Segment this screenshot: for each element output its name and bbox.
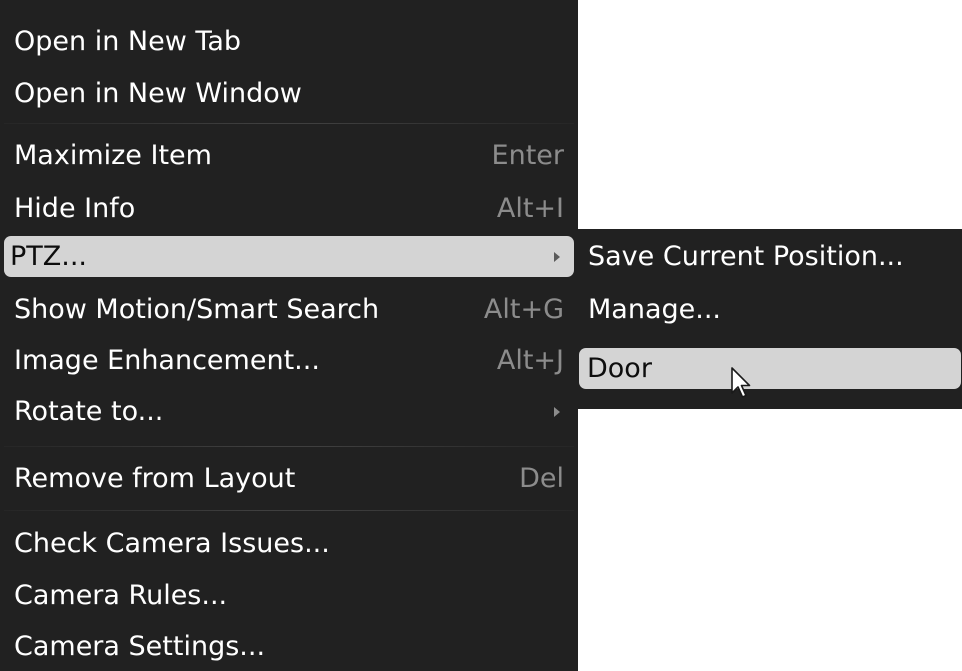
- triangle-right-icon: [554, 407, 560, 417]
- menu-item-check-camera-issues[interactable]: Check Camera Issues...: [4, 523, 574, 564]
- menu-item-rotate-to[interactable]: Rotate to...: [4, 391, 574, 432]
- menu-separator: [4, 510, 574, 511]
- menu-item-camera-rules[interactable]: Camera Rules...: [4, 575, 574, 616]
- menu-item-label: Maximize Item: [14, 140, 212, 171]
- submenu-item-door[interactable]: Door: [579, 348, 961, 389]
- menu-item-label: PTZ...: [10, 241, 88, 272]
- submenu-item-label: Door: [587, 353, 652, 384]
- menu-item-shortcut: Alt+J: [496, 345, 564, 376]
- submenu-item-manage[interactable]: Manage...: [579, 289, 961, 330]
- menu-item-label: Open in New Window: [14, 78, 302, 109]
- ptz-submenu: Save Current Position... Manage... Door: [578, 229, 962, 409]
- mouse-pointer-icon: [731, 367, 751, 398]
- menu-item-camera-settings[interactable]: Camera Settings...: [4, 626, 574, 667]
- menu-item-label: Show Motion/Smart Search: [14, 294, 380, 325]
- menu-item-maximize-item[interactable]: Maximize Item Enter: [4, 135, 574, 176]
- menu-item-label: Hide Info: [14, 193, 136, 224]
- submenu-item-save-current-position[interactable]: Save Current Position...: [579, 236, 961, 277]
- submenu-item-label: Manage...: [588, 294, 721, 325]
- menu-item-open-in-new-window[interactable]: Open in New Window: [4, 73, 574, 114]
- menu-item-image-enhancement[interactable]: Image Enhancement... Alt+J: [4, 340, 574, 381]
- menu-item-shortcut: Enter: [491, 140, 564, 171]
- menu-item-hide-info[interactable]: Hide Info Alt+I: [4, 188, 574, 229]
- menu-item-label: Camera Settings...: [14, 631, 266, 662]
- menu-separator: [4, 123, 574, 124]
- submenu-item-label: Save Current Position...: [588, 241, 904, 272]
- menu-item-label: Camera Rules...: [14, 580, 228, 611]
- menu-item-show-motion-smart-search[interactable]: Show Motion/Smart Search Alt+G: [4, 289, 574, 330]
- menu-item-label: Rotate to...: [14, 396, 164, 427]
- menu-item-shortcut: Alt+G: [483, 294, 564, 325]
- menu-item-open-in-new-tab[interactable]: Open in New Tab: [4, 21, 574, 62]
- menu-item-shortcut: Del: [519, 463, 564, 494]
- menu-item-remove-from-layout[interactable]: Remove from Layout Del: [4, 458, 574, 499]
- menu-item-label: Check Camera Issues...: [14, 528, 330, 559]
- menu-separator: [4, 446, 574, 447]
- context-menu: Open in New Tab Open in New Window Maxim…: [0, 0, 578, 671]
- menu-item-label: Image Enhancement...: [14, 345, 320, 376]
- menu-item-label: Remove from Layout: [14, 463, 296, 494]
- menu-item-ptz[interactable]: PTZ...: [4, 236, 574, 277]
- menu-item-shortcut: Alt+I: [496, 193, 564, 224]
- triangle-right-icon: [554, 252, 560, 262]
- menu-item-label: Open in New Tab: [14, 26, 242, 57]
